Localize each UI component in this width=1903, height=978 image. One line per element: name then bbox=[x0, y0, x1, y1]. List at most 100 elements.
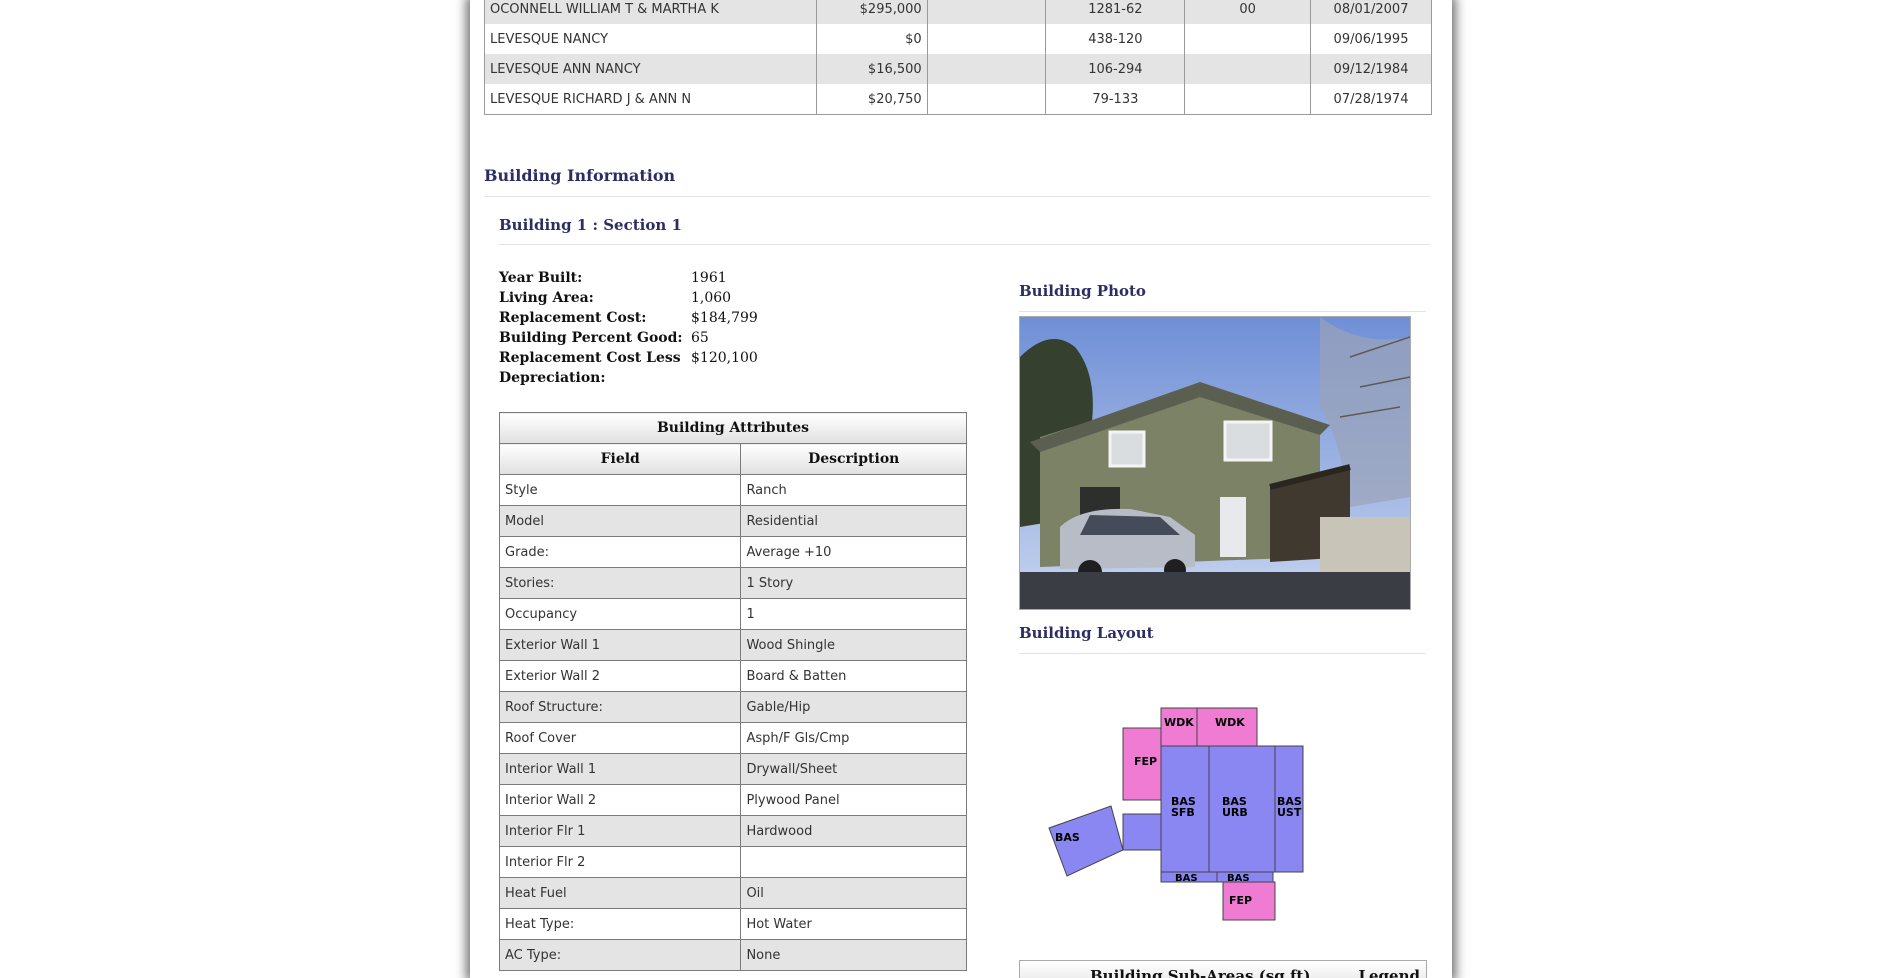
sales-row: LEVESQUE NANCY $0 438-120 09/06/1995 bbox=[484, 24, 1432, 54]
attribute-row: Interior Wall 1 Drywall/Sheet bbox=[498, 753, 967, 785]
sales-cell-date: 09/12/1984 bbox=[1310, 54, 1432, 84]
fact-row: Replacement Cost Less Depreciation: $120,… bbox=[499, 348, 979, 388]
attributes-title: Building Attributes bbox=[499, 412, 967, 444]
sales-cell-owner: LEVESQUE ANN NANCY bbox=[484, 54, 817, 84]
sales-cell-price: $16,500 bbox=[815, 54, 928, 84]
sales-cell-book-page: 1281-62 bbox=[1045, 0, 1186, 24]
sales-cell-owner: LEVESQUE RICHARD J & ANN N bbox=[484, 84, 817, 115]
layout-label-bas-bottom: BAS bbox=[1175, 873, 1198, 884]
fact-row: Year Built: 1961 bbox=[499, 268, 979, 288]
divider bbox=[499, 244, 1430, 245]
sub-areas-title: Building Sub-Areas (sq ft) bbox=[1090, 967, 1311, 978]
building-photo[interactable] bbox=[1019, 316, 1411, 610]
sales-cell-instr bbox=[1184, 54, 1312, 84]
column-header-description: Description bbox=[740, 443, 967, 475]
attribute-description: Board & Batten bbox=[740, 660, 967, 692]
fact-label: Year Built: bbox=[499, 270, 583, 286]
layout-label-wdk: WDK bbox=[1215, 716, 1245, 729]
attribute-description: Gable/Hip bbox=[740, 691, 967, 723]
attribute-field: Roof Cover bbox=[498, 722, 742, 754]
sales-cell-cert bbox=[926, 54, 1047, 84]
attribute-description: Wood Shingle bbox=[740, 629, 967, 661]
building-layout-sketch[interactable]: FEP WDK WDK BAS SFB BAS URB BAS UST BAS BAS… bbox=[1019, 690, 1434, 930]
sales-row: OCONNELL WILLIAM T & MARTHA K $295,000 128… bbox=[484, 0, 1432, 24]
fact-row: Building Percent Good: 65 bbox=[499, 328, 979, 348]
building-photo-title: Building Photo bbox=[1019, 282, 1146, 300]
attribute-field: Interior Flr 1 bbox=[498, 815, 742, 847]
legend-link[interactable]: Legend bbox=[1358, 967, 1420, 978]
attribute-description: Hardwood bbox=[740, 815, 967, 847]
sales-cell-cert bbox=[926, 84, 1047, 115]
sales-cell-book-page: 79-133 bbox=[1045, 84, 1186, 115]
fact-value: $184,799 bbox=[691, 310, 758, 326]
sales-cell-date: 07/28/1974 bbox=[1310, 84, 1432, 115]
sales-cell-owner: LEVESQUE NANCY bbox=[484, 24, 817, 54]
sales-cell-instr bbox=[1184, 24, 1312, 54]
sales-cell-cert bbox=[926, 24, 1047, 54]
attribute-row: Grade: Average +10 bbox=[498, 536, 967, 568]
attribute-description bbox=[740, 846, 967, 878]
attribute-row: AC Type: None bbox=[498, 939, 967, 971]
layout-label-fep: FEP bbox=[1134, 755, 1157, 768]
fact-value: $120,100 bbox=[691, 350, 758, 366]
building-section-title: Building 1 : Section 1 bbox=[499, 216, 682, 234]
attribute-field: Style bbox=[498, 474, 742, 506]
layout-label-bas-left: BAS bbox=[1055, 831, 1080, 844]
sales-cell-price: $295,000 bbox=[815, 0, 928, 24]
fact-label: Building Percent Good: bbox=[499, 330, 683, 346]
building-information-title: Building Information bbox=[484, 166, 676, 185]
attribute-description: Residential bbox=[740, 505, 967, 537]
sales-cell-date: 08/01/2007 bbox=[1310, 0, 1432, 24]
attribute-field: AC Type: bbox=[498, 939, 742, 971]
fact-label: Replacement Cost: bbox=[499, 310, 647, 326]
attribute-description: 1 Story bbox=[740, 567, 967, 599]
attribute-description: Asph/F Gls/Cmp bbox=[740, 722, 967, 754]
attribute-row: Exterior Wall 2 Board & Batten bbox=[498, 660, 967, 692]
sales-cell-instr bbox=[1184, 84, 1312, 115]
sales-cell-book-page: 438-120 bbox=[1045, 24, 1186, 54]
attribute-row: Interior Wall 2 Plywood Panel bbox=[498, 784, 967, 816]
attribute-description: Average +10 bbox=[740, 536, 967, 568]
sales-cell-price: $20,750 bbox=[815, 84, 928, 115]
attribute-row: Heat Type: Hot Water bbox=[498, 908, 967, 940]
attribute-field: Exterior Wall 1 bbox=[498, 629, 742, 661]
divider bbox=[484, 196, 1430, 197]
divider bbox=[1019, 653, 1426, 654]
fact-row: Replacement Cost: $184,799 bbox=[499, 308, 979, 328]
attribute-row: Model Residential bbox=[498, 505, 967, 537]
attribute-description: Plywood Panel bbox=[740, 784, 967, 816]
fact-label: Replacement Cost Less Depreciation: bbox=[499, 350, 681, 386]
attribute-row: Stories: 1 Story bbox=[498, 567, 967, 599]
attribute-field: Model bbox=[498, 505, 742, 537]
attribute-field: Stories: bbox=[498, 567, 742, 599]
sales-cell-price: $0 bbox=[815, 24, 928, 54]
layout-label-bas-sfb: BAS SFB bbox=[1171, 795, 1196, 819]
attribute-description: Hot Water bbox=[740, 908, 967, 940]
attribute-field: Grade: bbox=[498, 536, 742, 568]
attribute-field: Interior Wall 2 bbox=[498, 784, 742, 816]
attribute-row: Roof Structure: Gable/Hip bbox=[498, 691, 967, 723]
sales-cell-instr: 00 bbox=[1184, 0, 1312, 24]
layout-label-bas-ust: BAS UST bbox=[1277, 795, 1302, 819]
fact-value: 1,060 bbox=[691, 290, 732, 306]
fact-label: Living Area: bbox=[499, 290, 594, 306]
sales-cell-date: 09/06/1995 bbox=[1310, 24, 1432, 54]
divider bbox=[1019, 311, 1426, 312]
fact-value: 1961 bbox=[691, 270, 727, 286]
building-facts: Year Built: 1961 Living Area: 1,060 Replacem… bbox=[499, 268, 979, 388]
layout-label-fep-bottom: FEP bbox=[1229, 894, 1252, 907]
attribute-row: Heat Fuel Oil bbox=[498, 877, 967, 909]
attribute-field: Heat Type: bbox=[498, 908, 742, 940]
attribute-field: Roof Structure: bbox=[498, 691, 742, 723]
attribute-description: Oil bbox=[740, 877, 967, 909]
attribute-row: Interior Flr 2 bbox=[498, 846, 967, 878]
sales-cell-owner: OCONNELL WILLIAM T & MARTHA K bbox=[484, 0, 817, 24]
layout-label-bas-urb: BAS URB bbox=[1222, 795, 1248, 819]
attribute-field: Heat Fuel bbox=[498, 877, 742, 909]
attribute-field: Exterior Wall 2 bbox=[498, 660, 742, 692]
sales-row: LEVESQUE ANN NANCY $16,500 106-294 09/12/19… bbox=[484, 54, 1432, 84]
attribute-description: Ranch bbox=[740, 474, 967, 506]
attribute-description: Drywall/Sheet bbox=[740, 753, 967, 785]
attribute-row: Style Ranch bbox=[498, 474, 967, 506]
layout-label-bas-bottom: BAS bbox=[1227, 873, 1250, 884]
